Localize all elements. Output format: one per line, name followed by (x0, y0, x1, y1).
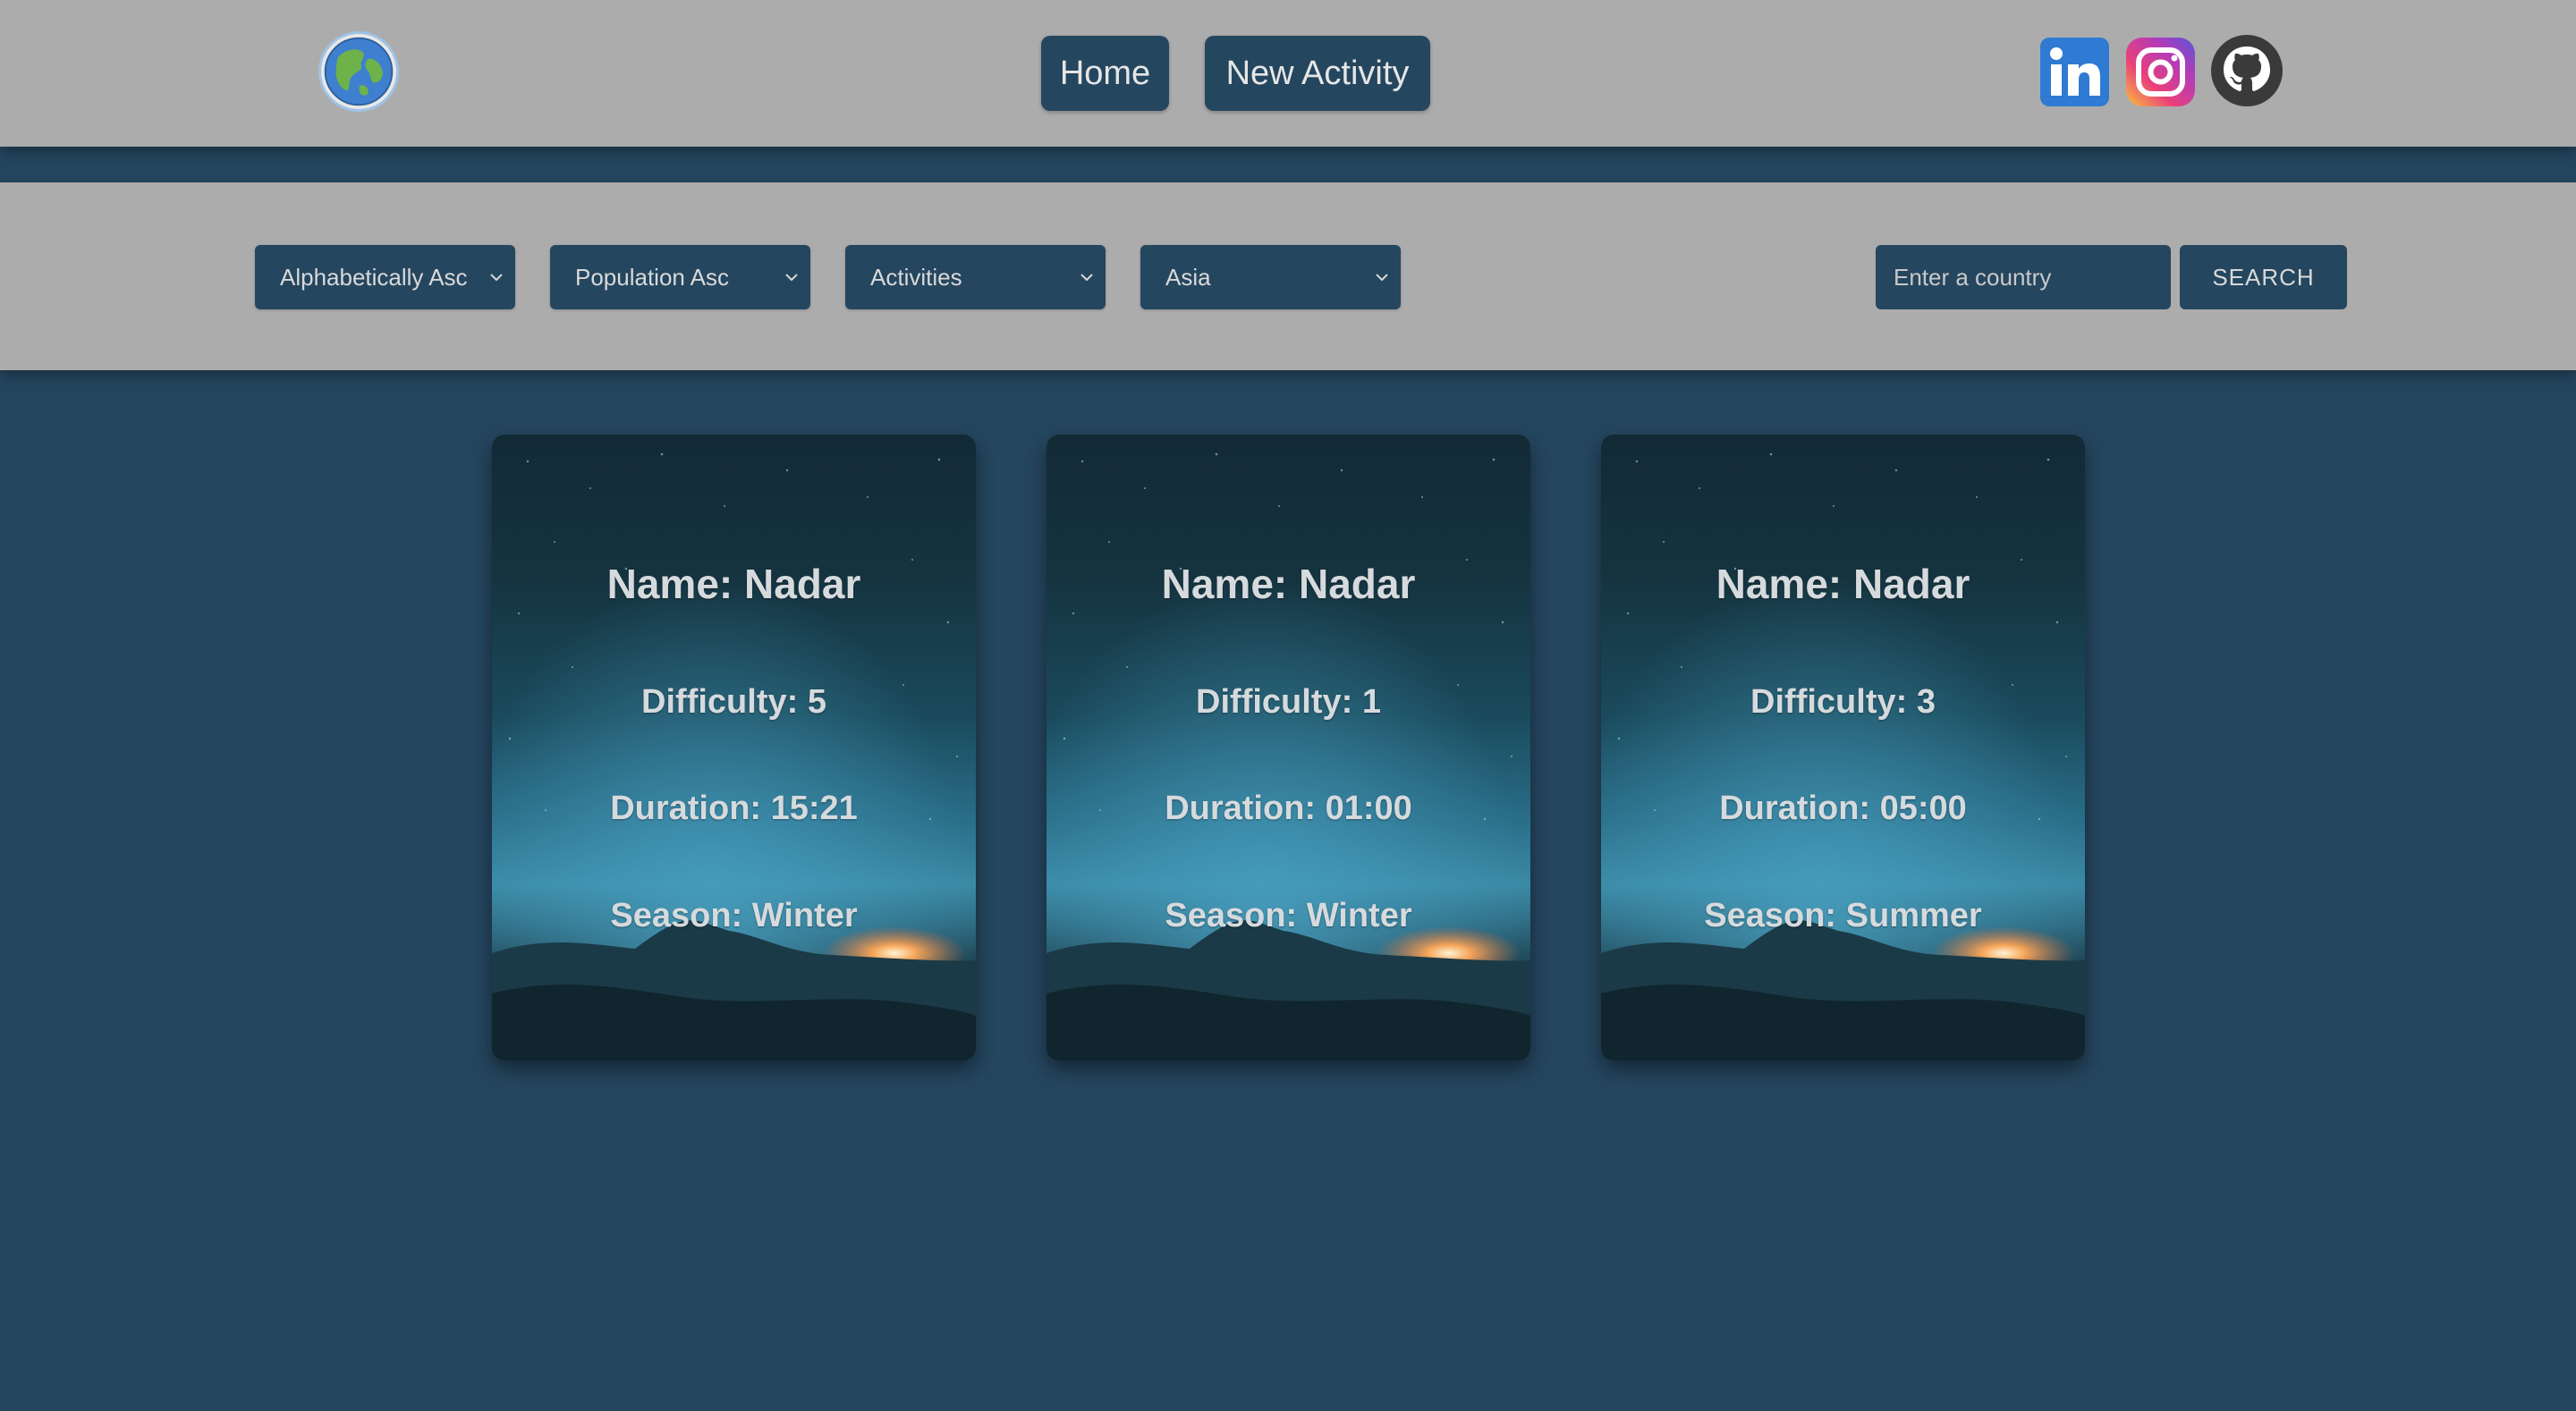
activity-difficulty: Difficulty: 5 (641, 683, 826, 721)
instagram-icon[interactable] (2126, 38, 2195, 106)
sort-population-select[interactable]: Population Asc (550, 245, 810, 309)
activity-name: Name: Nadar (606, 561, 861, 607)
home-nav-button[interactable]: Home (1041, 36, 1169, 111)
night-sky-mountain-image (492, 435, 976, 1060)
activity-card[interactable]: Name: Nadar Difficulty: 3 Duration: 05:0… (1601, 435, 2085, 1060)
activity-difficulty: Difficulty: 3 (1750, 683, 1936, 721)
night-sky-mountain-image (1046, 435, 1530, 1060)
github-icon[interactable] (2210, 34, 2284, 107)
activity-card[interactable]: Name: Nadar Difficulty: 5 Duration: 15:2… (492, 435, 976, 1060)
search-button[interactable]: SEARCH (2180, 245, 2347, 309)
filter-bar: Alphabetically Asc Population Asc Activi… (0, 182, 2576, 370)
chevron-down-icon (1372, 245, 1392, 309)
activity-duration: Duration: 01:00 (1165, 790, 1412, 827)
globe-logo-icon[interactable] (318, 31, 399, 112)
new-activity-nav-button[interactable]: New Activity (1205, 36, 1430, 111)
activity-duration: Duration: 05:00 (1719, 790, 1967, 827)
continent-filter-select[interactable]: Asia (1140, 245, 1401, 309)
sort-alphabetical-select[interactable]: Alphabetically Asc (255, 245, 515, 309)
top-navbar: Home New Activity (0, 0, 2576, 147)
activity-name: Name: Nadar (1161, 561, 1416, 607)
night-sky-mountain-image (1601, 435, 2085, 1060)
sort-population-value: Population Asc (575, 264, 730, 291)
activity-card[interactable]: Name: Nadar Difficulty: 1 Duration: 01:0… (1046, 435, 1530, 1060)
continent-filter-value: Asia (1165, 264, 1211, 291)
activity-difficulty: Difficulty: 1 (1196, 683, 1381, 721)
activity-season: Season: Summer (1704, 897, 1982, 934)
sort-alphabetical-value: Alphabetically Asc (280, 264, 468, 291)
activity-filter-select[interactable]: Activities (845, 245, 1106, 309)
activity-season: Season: Winter (1165, 897, 1412, 934)
chevron-down-icon (782, 245, 801, 309)
activity-filter-value: Activities (870, 264, 962, 291)
linkedin-icon[interactable] (2040, 38, 2109, 106)
country-search-input[interactable] (1876, 245, 2171, 309)
chevron-down-icon (1077, 245, 1097, 309)
activity-duration: Duration: 15:21 (610, 790, 858, 827)
activity-name: Name: Nadar (1716, 561, 1970, 607)
activity-season: Season: Winter (610, 897, 858, 934)
chevron-down-icon (487, 245, 506, 309)
